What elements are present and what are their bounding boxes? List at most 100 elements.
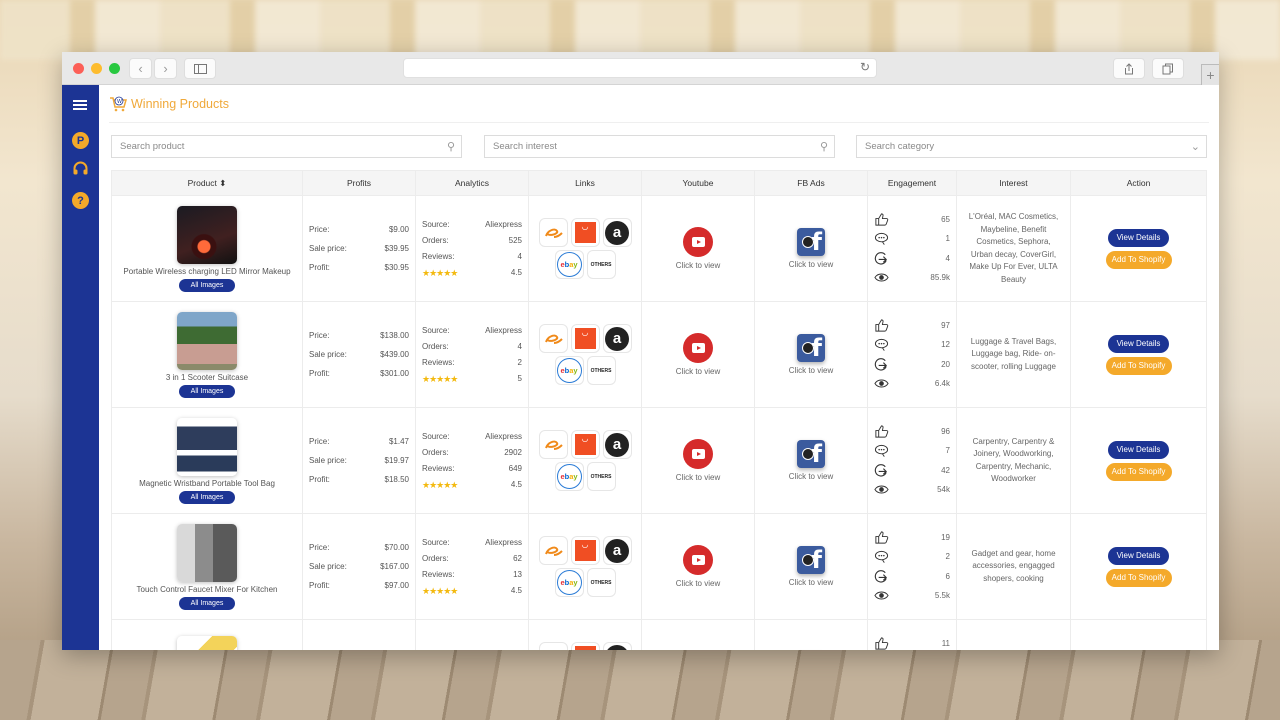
profit-value: $30.95 <box>384 263 409 272</box>
youtube-icon[interactable] <box>683 439 713 469</box>
engagement-cell: 19 2 6 5.5k <box>867 513 957 620</box>
amazon-link[interactable]: a <box>602 536 632 565</box>
product-image[interactable] <box>177 205 237 264</box>
chevron-down-icon[interactable]: ⌄ <box>1191 140 1200 153</box>
back-button[interactable]: ‹ <box>129 58 152 79</box>
youtube-icon[interactable] <box>683 333 713 363</box>
reviews-value: 4 <box>517 251 522 261</box>
facebook-video-icon[interactable]: f <box>797 334 825 362</box>
product-image[interactable] <box>177 635 237 650</box>
reload-icon[interactable]: ↻ <box>860 60 870 74</box>
search-interest-input[interactable]: Search interest ⚲ <box>484 135 835 158</box>
action-cell: View Details Add To Shopify <box>1070 619 1207 650</box>
rating-value: 4.5 <box>510 585 522 595</box>
alibaba-link[interactable] <box>538 642 568 650</box>
aliexpress-link[interactable]: ◡ <box>570 536 600 565</box>
product-cell: Magnetic Wristband Portable Tool Bag All… <box>111 407 303 514</box>
add-to-shopify-button[interactable]: Add To Shopify <box>1105 568 1172 587</box>
search-icon[interactable]: ⚲ <box>447 140 455 153</box>
aliexpress-link[interactable]: ◡ <box>570 430 600 459</box>
rating-value: 4.5 <box>510 479 522 489</box>
fb-click-to-view[interactable]: Click to view <box>755 472 867 481</box>
forward-button[interactable]: › <box>154 58 177 79</box>
fb-click-to-view[interactable]: Click to view <box>755 260 867 269</box>
others-link[interactable]: OTHERS <box>586 356 616 385</box>
all-images-button[interactable]: All Images <box>179 384 235 398</box>
minimize-window-button[interactable] <box>91 63 102 74</box>
headphones-icon[interactable] <box>72 160 89 177</box>
ebay-icon: ebay <box>556 252 582 277</box>
amazon-link[interactable]: a <box>602 324 632 353</box>
facebook-video-icon[interactable]: f <box>797 440 825 468</box>
ebay-link[interactable]: ebay <box>554 250 584 279</box>
share-icon <box>1125 62 1133 74</box>
add-to-shopify-button[interactable]: Add To Shopify <box>1105 250 1172 269</box>
table-row: Magnetic Wristband Portable Tool Bag All… <box>111 407 1207 514</box>
reviews-label: Reviews: <box>422 569 455 579</box>
aliexpress-icon: ◡ <box>574 646 596 650</box>
ebay-link[interactable]: ebay <box>554 462 584 491</box>
orders-value: 2902 <box>504 447 522 457</box>
sidebar-toggle-button[interactable] <box>184 58 216 79</box>
add-to-shopify-button[interactable]: Add To Shopify <box>1105 462 1172 481</box>
share-button[interactable] <box>1113 58 1145 79</box>
shares-count: 6 <box>945 571 950 581</box>
reviews-value: 13 <box>513 569 522 579</box>
all-images-button[interactable]: All Images <box>179 490 235 504</box>
amazon-link[interactable]: a <box>602 218 632 247</box>
all-images-button[interactable]: All Images <box>179 278 235 292</box>
shares-count: 42 <box>941 465 950 475</box>
others-link[interactable]: OTHERS <box>586 250 616 279</box>
source-label: Source: <box>422 431 450 441</box>
view-details-button[interactable]: View Details <box>1108 546 1169 565</box>
aliexpress-link[interactable]: ◡ <box>570 324 600 353</box>
youtube-click-to-view[interactable]: Click to view <box>642 367 754 376</box>
youtube-icon[interactable] <box>683 227 713 257</box>
p-badge-icon[interactable]: P <box>72 132 89 149</box>
alibaba-link[interactable] <box>538 536 568 565</box>
brand[interactable]: W Winning Products <box>109 95 229 113</box>
column-header-product[interactable]: Product ⬍ <box>111 170 303 196</box>
youtube-click-to-view[interactable]: Click to view <box>642 579 754 588</box>
menu-icon[interactable] <box>73 100 87 110</box>
search-icon[interactable]: ⚲ <box>820 140 828 153</box>
product-image[interactable] <box>177 417 237 476</box>
alibaba-link[interactable] <box>538 218 568 247</box>
aliexpress-link[interactable]: ◡ <box>570 642 600 650</box>
analytics-cell: Source: Aliexpress Orders: 4 Reviews: 2 ★★★… <box>415 301 529 408</box>
amazon-link[interactable]: a <box>602 430 632 459</box>
view-details-button[interactable]: View Details <box>1108 440 1169 459</box>
youtube-icon[interactable] <box>683 545 713 575</box>
sort-icon[interactable]: ⬍ <box>219 178 226 188</box>
aliexpress-link[interactable]: ◡ <box>570 218 600 247</box>
maximize-window-button[interactable] <box>109 63 120 74</box>
ebay-link[interactable]: ebay <box>554 568 584 597</box>
view-details-button[interactable]: View Details <box>1108 228 1169 247</box>
alibaba-link[interactable] <box>538 430 568 459</box>
fb-click-to-view[interactable]: Click to view <box>755 366 867 375</box>
youtube-click-to-view[interactable]: Click to view <box>642 473 754 482</box>
all-images-button[interactable]: All Images <box>179 596 235 610</box>
new-tab-button[interactable]: + <box>1201 64 1219 85</box>
close-window-button[interactable] <box>73 63 84 74</box>
address-bar[interactable]: ↻ <box>403 58 877 78</box>
product-image[interactable] <box>177 311 237 370</box>
share-icon <box>874 358 887 371</box>
search-product-input[interactable]: Search product ⚲ <box>111 135 462 158</box>
others-link[interactable]: OTHERS <box>586 462 616 491</box>
alibaba-link[interactable] <box>538 324 568 353</box>
others-link[interactable]: OTHERS <box>586 568 616 597</box>
view-details-button[interactable]: View Details <box>1108 334 1169 353</box>
add-to-shopify-button[interactable]: Add To Shopify <box>1105 356 1172 375</box>
fb-click-to-view[interactable]: Click to view <box>755 578 867 587</box>
youtube-click-to-view[interactable]: Click to view <box>642 261 754 270</box>
help-icon[interactable]: ? <box>72 192 89 209</box>
facebook-video-icon[interactable]: f <box>797 546 825 574</box>
ebay-link[interactable]: ebay <box>554 356 584 385</box>
amazon-link[interactable]: a <box>602 642 632 650</box>
tabs-overview-button[interactable] <box>1152 58 1184 79</box>
product-image[interactable] <box>177 523 237 582</box>
links-cell: ◡ a ebay OTHERS <box>528 619 642 650</box>
search-category-select[interactable]: Search category ⌄ <box>856 135 1207 158</box>
facebook-video-icon[interactable]: f <box>797 228 825 256</box>
